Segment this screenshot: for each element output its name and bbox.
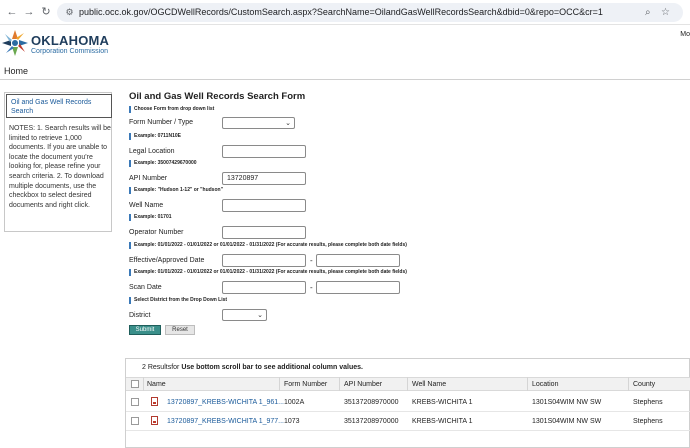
column-header-county[interactable]: County — [633, 381, 655, 388]
star-icon[interactable]: ☆ — [661, 7, 670, 18]
table-row[interactable]: 13720897_KREBS-WICHITA 1_977... 1073 351… — [126, 412, 690, 431]
org-subtitle: Corporation Commission — [31, 48, 109, 55]
effective-date-to-input[interactable] — [316, 254, 400, 267]
nav-bar: Home — [0, 63, 690, 80]
results-panel: 2 Resultsfor Use bottom scroll bar to se… — [125, 358, 690, 448]
document-name-link[interactable]: 13720897_KREBS-WICHITA 1_961... — [167, 399, 284, 406]
api-number-cell: 35137208970000 — [344, 418, 399, 425]
column-header-location[interactable]: Location — [532, 381, 558, 388]
site-info-icon[interactable]: ⚙ — [64, 7, 75, 18]
hint-operator: Example: 01701 — [129, 214, 172, 221]
document-name-link[interactable]: 13720897_KREBS-WICHITA 1_977... — [167, 418, 284, 425]
operator-number-label: Operator Number — [129, 229, 184, 236]
sidebar-search-link[interactable]: Oil and Gas Well Records Search — [6, 94, 112, 118]
column-divider — [407, 377, 408, 391]
location-cell: 1301S04WIM NW SW — [532, 418, 602, 425]
org-title: OKLAHOMA — [31, 33, 110, 48]
more-menu-link[interactable]: Mo — [680, 31, 690, 38]
date-range-separator: - — [310, 283, 313, 292]
county-cell: Stephens — [633, 418, 663, 425]
form-number-select[interactable]: ⌄ — [222, 117, 295, 129]
row-checkbox[interactable] — [131, 417, 139, 425]
form-number-cell: 1073 — [284, 418, 300, 425]
home-link[interactable]: Home — [4, 66, 28, 76]
sidebar-notes: NOTES: 1. Search results will be limited… — [9, 125, 111, 209]
reload-icon[interactable]: ↻ — [39, 5, 53, 19]
forward-arrow-icon[interactable]: → — [22, 5, 36, 19]
back-arrow-icon[interactable]: ← — [5, 5, 19, 19]
hint-effective-date: Example: 01/01/2022 - 01/01/2022 or 01/0… — [129, 242, 407, 249]
hint-scan-date: Example: 01/01/2022 - 01/01/2022 or 01/0… — [129, 269, 407, 276]
column-divider — [339, 377, 340, 391]
select-all-checkbox[interactable] — [131, 380, 139, 388]
scan-date-label: Scan Date — [129, 284, 162, 291]
district-label: District — [129, 312, 151, 319]
results-count: 2 — [142, 364, 146, 371]
column-header-well-name[interactable]: Well Name — [412, 381, 446, 388]
well-name-cell: KREBS-WICHITA 1 — [412, 399, 473, 406]
form-title: Oil and Gas Well Records Search Form — [129, 91, 306, 102]
location-cell: 1301S04WIM NW SW — [532, 399, 602, 406]
api-number-label: API Number — [129, 175, 168, 182]
scan-date-to-input[interactable] — [316, 281, 400, 294]
results-label: Resultsfor — [147, 364, 180, 371]
well-name-cell: KREBS-WICHITA 1 — [412, 418, 473, 425]
operator-number-input[interactable] — [222, 226, 306, 239]
occ-logo-icon[interactable] — [0, 28, 30, 58]
chevron-down-icon: ⌄ — [257, 312, 263, 319]
effective-date-label: Effective/Approved Date — [129, 257, 205, 264]
column-header-name[interactable]: Name — [147, 381, 166, 388]
scan-date-from-input[interactable] — [222, 281, 306, 294]
district-select[interactable]: ⌄ — [222, 309, 267, 321]
results-table-header: Name Form Number API Number Well Name Lo… — [126, 377, 690, 391]
chevron-down-icon: ⌄ — [285, 120, 291, 127]
reset-button[interactable]: Reset — [165, 325, 195, 335]
browser-toolbar: ← → ↻ ⚙ public.occ.ok.gov/OGCDWellRecord… — [0, 0, 690, 25]
column-divider — [628, 377, 629, 391]
search-sidebar: Oil and Gas Well Records Search NOTES: 1… — [4, 92, 112, 232]
column-divider — [143, 377, 144, 391]
results-instruction: Use bottom scroll bar to see additional … — [181, 364, 363, 371]
url-text[interactable]: public.occ.ok.gov/OGCDWellRecords/Custom… — [79, 7, 603, 17]
site-header: OKLAHOMA Corporation Commission Mo — [0, 25, 690, 63]
effective-date-from-input[interactable] — [222, 254, 306, 267]
submit-button[interactable]: Submit — [129, 325, 161, 335]
well-name-label: Well Name — [129, 202, 164, 209]
well-name-input[interactable] — [222, 199, 306, 212]
api-number-cell: 35137208970000 — [344, 399, 399, 406]
zoom-icon[interactable]: ⌕ — [645, 7, 651, 18]
hint-form: Choose Form from drop down list — [129, 106, 214, 113]
legal-location-input[interactable] — [222, 145, 306, 158]
county-cell: Stephens — [633, 399, 663, 406]
form-number-label: Form Number / Type — [129, 119, 194, 126]
api-number-input[interactable]: 13720897 — [222, 172, 306, 185]
row-checkbox[interactable] — [131, 398, 139, 406]
hint-district: Select District from the Drop Down List — [129, 297, 227, 304]
date-range-separator: - — [310, 256, 313, 265]
column-divider — [527, 377, 528, 391]
table-row[interactable]: 13720897_KREBS-WICHITA 1_961... 1002A 35… — [126, 393, 690, 412]
hint-legal: Example: 0711N10E — [129, 133, 181, 140]
column-header-api-number[interactable]: API Number — [344, 381, 382, 388]
results-summary: 2 Resultsfor Use bottom scroll bar to se… — [142, 364, 363, 371]
column-divider — [279, 377, 280, 391]
pdf-document-icon — [151, 397, 158, 406]
hint-api: Example: 35007429670000 — [129, 160, 197, 167]
form-number-cell: 1002A — [284, 399, 305, 406]
pdf-document-icon — [151, 416, 158, 425]
column-header-form-number[interactable]: Form Number — [284, 381, 327, 388]
legal-location-label: Legal Location — [129, 148, 175, 155]
address-bar[interactable]: ⚙ public.occ.ok.gov/OGCDWellRecords/Cust… — [57, 3, 683, 22]
hint-well: Example: "Hudson 1-12" or "hudson" — [129, 187, 223, 194]
